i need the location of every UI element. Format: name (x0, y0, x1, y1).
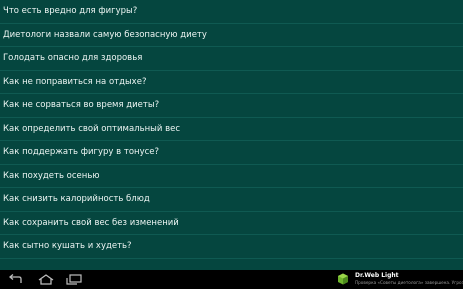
home-button[interactable] (35, 272, 57, 287)
drweb-app-icon (338, 273, 348, 285)
recent-apps-icon (66, 274, 82, 285)
list-item-label: Как похудеть осенью (3, 170, 100, 181)
list-item-label: Как не сорваться во время диеты? (3, 100, 160, 111)
list-item[interactable]: Как определить свой оптимальный вес (0, 118, 463, 141)
notification[interactable]: Dr.Web Light Проверка «Советы диетолога»… (334, 270, 463, 289)
back-button[interactable] (5, 272, 27, 287)
home-icon (38, 274, 54, 285)
list-item[interactable]: Диетологи назвали самую безопасную диету (0, 24, 463, 47)
list-item[interactable]: Как похудеть осенью (0, 165, 463, 188)
list-item-label: Что есть вредно для фигуры? (3, 6, 138, 17)
back-icon (8, 274, 22, 283)
notification-text: Проверка «Советы диетолога» завершена. У… (355, 280, 463, 285)
list-item-label: Голодать опасно для здоровья (3, 53, 143, 64)
list-item-label: Как сохранить свой вес без изменений (3, 217, 179, 228)
notification-title: Dr.Web Light (355, 272, 399, 279)
list-item[interactable]: Как поддержать фигуру в тонусе? (0, 141, 463, 165)
list-item[interactable]: Как снизить калорийность блюд (0, 188, 463, 212)
list-item-label: Как снизить калорийность блюд (3, 194, 150, 205)
list-item[interactable]: Как не сорваться во время диеты? (0, 94, 463, 118)
list-item[interactable]: Как сытно кушать и худеть? (0, 235, 463, 259)
list-item-label: Как сытно кушать и худеть? (3, 241, 132, 252)
list-item[interactable]: Голодать опасно для здоровья (0, 47, 463, 71)
list-item-label: Как определить свой оптимальный вес (3, 123, 181, 134)
list-item-label: Как не поправиться на отдыхе? (3, 76, 147, 87)
system-navigation-bar: Dr.Web Light Проверка «Советы диетолога»… (0, 270, 463, 289)
list-item[interactable]: Как сохранить свой вес без изменений (0, 212, 463, 235)
recent-apps-button[interactable] (63, 272, 85, 287)
list-item-label: Диетологи назвали самую безопасную диету (3, 29, 207, 40)
list-item[interactable]: Что есть вредно для фигуры? (0, 0, 463, 24)
screen: Что есть вредно для фигуры? Диетологи на… (0, 0, 463, 289)
list-item[interactable]: Как не поправиться на отдыхе? (0, 71, 463, 94)
list-item-label: Как поддержать фигуру в тонусе? (3, 147, 160, 158)
article-list: Что есть вредно для фигуры? Диетологи на… (0, 0, 463, 270)
